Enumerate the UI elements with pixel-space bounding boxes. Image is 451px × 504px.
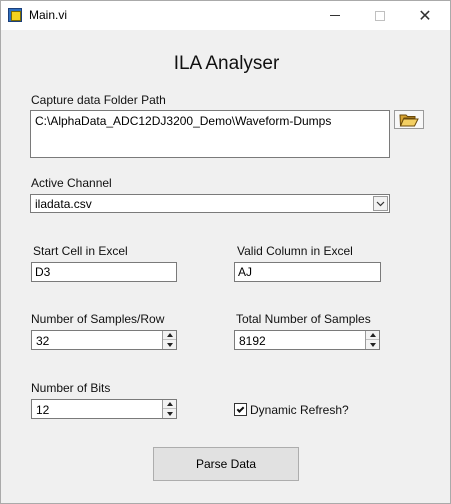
start-cell-input[interactable]: D3 [31,262,177,282]
arrow-up-icon [369,333,376,337]
close-button[interactable]: ✕ [402,1,448,30]
samples-per-row-value[interactable]: 32 [36,334,49,348]
total-samples-spinner[interactable] [365,331,379,349]
valid-column-label: Valid Column in Excel [237,244,353,258]
arrow-down-icon [166,342,173,347]
active-channel-label: Active Channel [31,176,112,190]
arrow-up-icon [166,333,173,337]
labview-vi-icon [8,8,22,22]
valid-column-input[interactable]: AJ [234,262,381,282]
capture-path-label: Capture data Folder Path [31,93,166,107]
browse-folder-button[interactable] [394,110,424,129]
page-title: ILA Analyser [173,53,280,74]
main-window: Main.vi ✕ ILA Analyser Capture data Fold… [0,0,451,504]
increment-button[interactable] [366,331,379,340]
arrow-up-icon [166,402,173,406]
increment-button[interactable] [163,331,176,340]
decrement-button[interactable] [163,409,176,418]
num-bits-value[interactable]: 12 [36,403,49,417]
num-bits-stepper[interactable]: 12 [31,399,177,419]
dropdown-arrow-button[interactable] [373,196,388,211]
increment-button[interactable] [163,400,176,409]
maximize-button[interactable] [357,1,403,30]
arrow-down-icon [369,342,376,347]
dynamic-refresh-checkbox[interactable] [234,403,247,416]
num-bits-label: Number of Bits [31,381,111,395]
start-cell-label: Start Cell in Excel [33,244,128,258]
samples-per-row-stepper[interactable]: 32 [31,330,177,350]
close-icon: ✕ [418,7,432,25]
total-samples-label: Total Number of Samples [236,312,371,326]
arrow-down-icon [166,411,173,416]
active-channel-value: iladata.csv [35,197,92,211]
total-samples-value[interactable]: 8192 [239,334,266,348]
active-channel-dropdown[interactable]: iladata.csv [30,194,390,213]
title-bar[interactable]: Main.vi ✕ [1,1,450,30]
chevron-down-icon [376,201,385,206]
parse-data-button[interactable]: Parse Data [153,447,299,481]
decrement-button[interactable] [366,340,379,349]
folder-open-icon [399,114,419,126]
maximize-icon [375,10,385,21]
minimize-icon [330,15,340,16]
samples-per-row-spinner[interactable] [162,331,176,349]
num-bits-spinner[interactable] [162,400,176,418]
samples-per-row-label: Number of Samples/Row [31,312,165,326]
total-samples-stepper[interactable]: 8192 [234,330,380,350]
decrement-button[interactable] [163,340,176,349]
checkmark-icon [236,404,245,413]
window-title: Main.vi [29,8,68,22]
dynamic-refresh-label[interactable]: Dynamic Refresh? [250,403,349,417]
minimize-button[interactable] [312,1,358,30]
capture-path-input[interactable]: C:\AlphaData_ADC12DJ3200_Demo\Waveform-D… [30,110,390,158]
